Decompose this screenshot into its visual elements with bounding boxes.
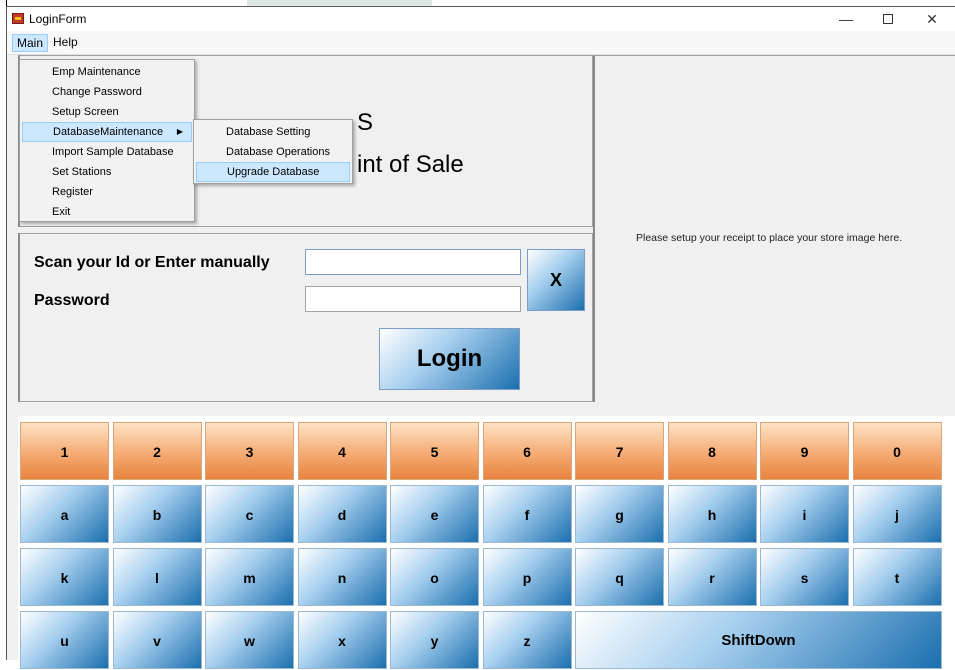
menu-item-label: Setup Screen [52,106,119,118]
key-k[interactable]: k [20,548,109,606]
key-5[interactable]: 5 [390,422,479,480]
app-icon [12,13,24,24]
maximize-icon [883,14,893,25]
key-c[interactable]: c [205,485,294,543]
menu-item-emp-maintenance[interactable]: Emp Maintenance [22,62,192,82]
key-2[interactable]: 2 [112,422,202,480]
submenu-arrow-icon: ▶ [176,127,183,136]
key-i[interactable]: i [760,485,849,543]
menu-item-label: Import Sample Database [52,146,174,158]
scan-id-input[interactable] [305,249,521,275]
menu-item-label: Set Stations [52,166,112,178]
clear-button[interactable]: X [527,249,585,311]
menu-item-set-stations[interactable]: Set Stations [22,162,192,182]
menu-item-import-sample-database[interactable]: Import Sample Database [22,142,192,162]
minimize-button[interactable]: — [825,7,867,31]
database-maintenance-submenu: Database Setting Database Operations Upgra… [193,119,353,184]
menu-item-setup-screen[interactable]: Setup Screen [22,102,192,122]
key-y[interactable]: y [390,611,479,669]
key-4[interactable]: 4 [297,422,387,480]
key-j[interactable]: j [852,485,942,543]
menu-item-exit[interactable]: Exit [22,202,192,222]
key-7[interactable]: 7 [575,422,664,480]
menu-bar: Main Help [7,31,955,55]
key-m[interactable]: m [205,548,294,606]
login-form-window: LoginForm — ✕ Main Help S int of Sale Pl… [6,6,955,669]
menu-item-label: DatabaseMaintenance [53,126,164,138]
key-v[interactable]: v [112,611,202,669]
key-0[interactable]: 0 [852,422,942,480]
header-title-line2: int of Sale [357,151,464,178]
key-g[interactable]: g [575,485,664,543]
key-o[interactable]: o [390,548,479,606]
key-r[interactable]: r [667,548,757,606]
submenu-item-upgrade-database[interactable]: Upgrade Database [196,162,350,182]
submenu-item-database-operations[interactable]: Database Operations [196,142,350,162]
login-button[interactable]: Login [379,328,520,390]
key-8[interactable]: 8 [667,422,757,480]
header-title-line1: S [357,109,374,136]
password-input[interactable] [305,286,521,312]
key-e[interactable]: e [390,485,479,543]
store-image-message: Please setup your receipt to place your … [636,232,903,244]
main-menu-dropdown: Emp Maintenance Change Password Setup Scre… [19,59,195,222]
key-z[interactable]: z [482,611,572,669]
key-n[interactable]: n [297,548,387,606]
login-panel: Scan your Id or Enter manually Password … [18,233,593,402]
key-f[interactable]: f [482,485,572,543]
key-a[interactable]: a [20,485,109,543]
menu-item-label: Change Password [52,86,142,98]
on-screen-keypad: 1 2 3 4 5 6 7 8 9 0 a b c d e f g h i j k l m n o p q r s t u v w x y z Shif… [18,416,955,669]
menu-item-databasemaintenance[interactable]: DatabaseMaintenance ▶ [22,122,192,142]
store-image-panel: Please setup your receipt to place your … [593,55,955,402]
key-w[interactable]: w [205,611,294,669]
menu-item-label: Exit [52,206,71,218]
key-l[interactable]: l [112,548,202,606]
key-u[interactable]: u [20,611,109,669]
menu-item-register[interactable]: Register [22,182,192,202]
menu-main[interactable]: Main [12,34,49,52]
menu-item-label: Register [52,186,93,198]
scan-id-label: Scan your Id or Enter manually [34,254,270,271]
window-title: LoginForm [29,12,87,26]
password-label: Password [34,292,110,309]
key-9[interactable]: 9 [760,422,849,480]
submenu-item-database-setting[interactable]: Database Setting [196,122,350,142]
close-button[interactable]: ✕ [911,7,953,31]
maximize-button[interactable] [867,7,909,31]
key-b[interactable]: b [112,485,202,543]
key-q[interactable]: q [575,548,664,606]
key-p[interactable]: p [482,548,572,606]
menu-help[interactable]: Help [49,34,82,52]
key-d[interactable]: d [297,485,387,543]
menu-item-label: Emp Maintenance [52,66,141,78]
key-h[interactable]: h [667,485,757,543]
key-1[interactable]: 1 [20,422,109,480]
key-t[interactable]: t [852,548,942,606]
menu-item-change-password[interactable]: Change Password [22,82,192,102]
key-s[interactable]: s [760,548,849,606]
title-bar[interactable]: LoginForm — ✕ [7,7,955,31]
key-3[interactable]: 3 [205,422,294,480]
key-6[interactable]: 6 [482,422,572,480]
key-x[interactable]: x [297,611,387,669]
shift-down-button[interactable]: ShiftDown [575,611,942,669]
